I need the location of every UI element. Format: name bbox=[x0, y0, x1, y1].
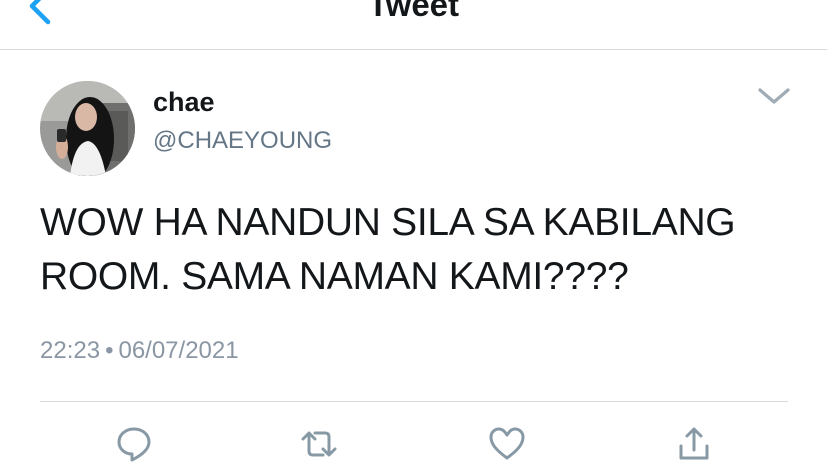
avatar[interactable] bbox=[40, 81, 135, 176]
retweet-icon bbox=[301, 431, 337, 457]
heart-icon bbox=[489, 427, 525, 460]
tweet-text-line: WOW HA NANDUN SILA SA KABILANG bbox=[40, 201, 736, 244]
tweet-timestamp: 22:23 • 06/07/2021 bbox=[40, 336, 239, 366]
timestamp-separator: • bbox=[105, 337, 114, 364]
retweet-button[interactable] bbox=[299, 424, 339, 464]
tweet-date: 06/07/2021 bbox=[118, 337, 239, 364]
tweet-action-bar bbox=[0, 424, 827, 465]
share-icon bbox=[679, 427, 709, 460]
more-options-button[interactable] bbox=[756, 83, 792, 109]
display-name[interactable]: chae bbox=[153, 86, 215, 118]
tweet-text: WOW HA NANDUN SILA SA KABILANG ROOM. SAM… bbox=[40, 196, 810, 304]
top-nav-bar: Tweet bbox=[0, 0, 827, 50]
reply-icon bbox=[117, 427, 151, 462]
share-button[interactable] bbox=[674, 424, 714, 464]
like-button[interactable] bbox=[487, 424, 527, 464]
tweet-detail-screen: Tweet chae @CHAEYOUNG WOW HA NANDUN SILA… bbox=[0, 0, 827, 465]
page-title: Tweet bbox=[367, 0, 460, 23]
tweet-text-line: ROOM. SAMA NAMAN KAMI???? bbox=[40, 255, 629, 298]
user-handle[interactable]: @CHAEYOUNG bbox=[153, 126, 332, 156]
tweet-time: 22:23 bbox=[40, 337, 101, 364]
divider bbox=[40, 401, 788, 402]
avatar-photo bbox=[40, 81, 135, 176]
chevron-down-icon bbox=[758, 88, 790, 104]
reply-button[interactable] bbox=[114, 424, 154, 464]
